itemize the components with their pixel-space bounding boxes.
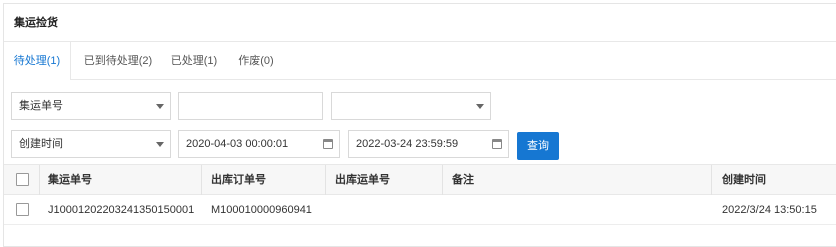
column-divider xyxy=(201,165,202,195)
column-divider xyxy=(325,165,326,195)
search-input[interactable] xyxy=(178,92,323,120)
start-date-input[interactable]: 2020-04-03 00:00:01 xyxy=(178,130,340,158)
results-table: 集运单号 出库订单号 出库运单号 备注 创建时间 J10001202203241… xyxy=(4,165,836,225)
header-outbound-waybill-no[interactable]: 出库运单号 xyxy=(335,165,390,195)
search-type-select[interactable]: 集运单号 xyxy=(11,92,171,120)
end-date-input[interactable]: 2022-03-24 23:59:59 xyxy=(348,130,509,158)
panel-title: 集运捡货 xyxy=(4,4,836,42)
calendar-icon xyxy=(492,139,502,149)
cell-created-at: 2022/3/24 13:50:15 xyxy=(722,204,817,216)
date-type-value: 创建时间 xyxy=(19,138,63,150)
chevron-down-icon xyxy=(476,104,484,109)
consolidation-picking-panel: 集运捡货 待处理(1) 已到待处理(2) 已处理(1) 作废(0) 集运单号 创… xyxy=(3,3,836,247)
header-outbound-order-no[interactable]: 出库订单号 xyxy=(211,165,266,195)
status-tabs: 待处理(1) 已到待处理(2) 已处理(1) 作废(0) xyxy=(4,42,836,81)
filter-area: 集运单号 创建时间 2020-04-03 00:00:01 2022-03-24… xyxy=(4,80,836,165)
tab-processed[interactable]: 已处理(1) xyxy=(168,42,220,80)
cell-outbound-order-no: M100010000960941 xyxy=(211,204,312,216)
column-divider xyxy=(442,165,443,195)
tab-voided[interactable]: 作废(0) xyxy=(234,42,278,80)
tab-pending[interactable]: 待处理(1) xyxy=(4,42,71,81)
query-button[interactable]: 查询 xyxy=(517,132,559,160)
date-type-select[interactable]: 创建时间 xyxy=(11,130,171,158)
extra-filter-select[interactable] xyxy=(331,92,491,120)
cell-consolidation-no: J1000120220324135015000​1 xyxy=(48,204,195,216)
column-divider xyxy=(711,165,712,195)
header-created-at[interactable]: 创建时间 xyxy=(722,165,766,195)
header-consolidation-no[interactable]: 集运单号 xyxy=(48,165,92,195)
chevron-down-icon xyxy=(156,142,164,147)
column-divider xyxy=(39,165,40,195)
table-row[interactable]: J1000120220324135015000​1 M1000100009609… xyxy=(4,195,836,225)
calendar-icon xyxy=(323,139,333,149)
search-type-value: 集运单号 xyxy=(19,100,63,112)
end-date-value: 2022-03-24 23:59:59 xyxy=(356,138,459,150)
select-all-checkbox[interactable] xyxy=(16,173,29,186)
chevron-down-icon xyxy=(156,104,164,109)
row-checkbox[interactable] xyxy=(16,203,29,216)
start-date-value: 2020-04-03 00:00:01 xyxy=(186,138,289,150)
header-remark[interactable]: 备注 xyxy=(452,165,474,195)
tab-arrived-pending[interactable]: 已到待处理(2) xyxy=(77,42,159,80)
table-header: 集运单号 出库订单号 出库运单号 备注 创建时间 xyxy=(4,165,836,195)
